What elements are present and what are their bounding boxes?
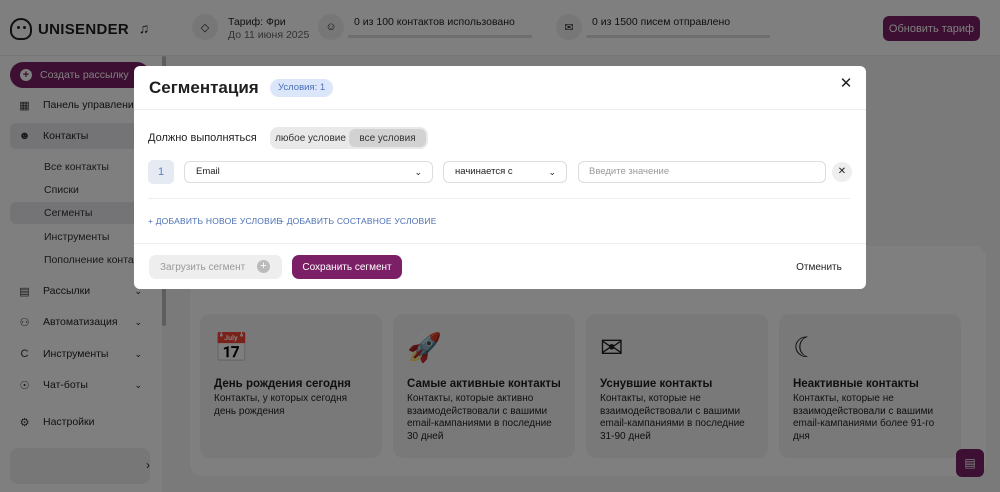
chevron-down-icon: ⌄	[548, 167, 556, 177]
must-match-label: Должно выполняться	[148, 132, 257, 144]
cancel-button[interactable]: Отменить	[784, 255, 854, 279]
conditions-badge: Условия: 1	[270, 79, 334, 97]
value-input[interactable]: Введите значение	[578, 161, 826, 183]
modal-footer: Загрузить сегмент + Сохранить сегмент От…	[134, 243, 866, 289]
add-compound-condition-link[interactable]: + ДОБАВИТЬ СОСТАВНОЕ УСЛОВИЕ	[279, 216, 437, 226]
match-all-option[interactable]: все условия	[349, 129, 426, 147]
operator-select[interactable]: начинается с ⌄	[443, 161, 567, 183]
condition-number: 1	[148, 160, 174, 184]
plus-icon: +	[257, 260, 270, 273]
match-any-option[interactable]: любое условие	[272, 129, 349, 147]
divider	[148, 198, 850, 199]
remove-condition-icon[interactable]: ✕	[832, 162, 852, 182]
chevron-down-icon: ⌄	[414, 167, 422, 177]
field-select[interactable]: Email ⌄	[184, 161, 433, 183]
close-icon[interactable]: ✕	[838, 76, 854, 92]
load-segment-button[interactable]: Загрузить сегмент +	[149, 255, 282, 279]
segmentation-modal: Сегментация Условия: 1 ✕ Должно выполнят…	[134, 66, 866, 289]
modal-title: Сегментация	[149, 78, 259, 97]
add-condition-link[interactable]: + ДОБАВИТЬ НОВОЕ УСЛОВИЕ	[148, 216, 282, 226]
match-mode-toggle: любое условие все условия	[270, 127, 428, 149]
modal-header: Сегментация Условия: 1 ✕	[134, 66, 866, 110]
save-segment-button[interactable]: Сохранить сегмент	[292, 255, 402, 279]
